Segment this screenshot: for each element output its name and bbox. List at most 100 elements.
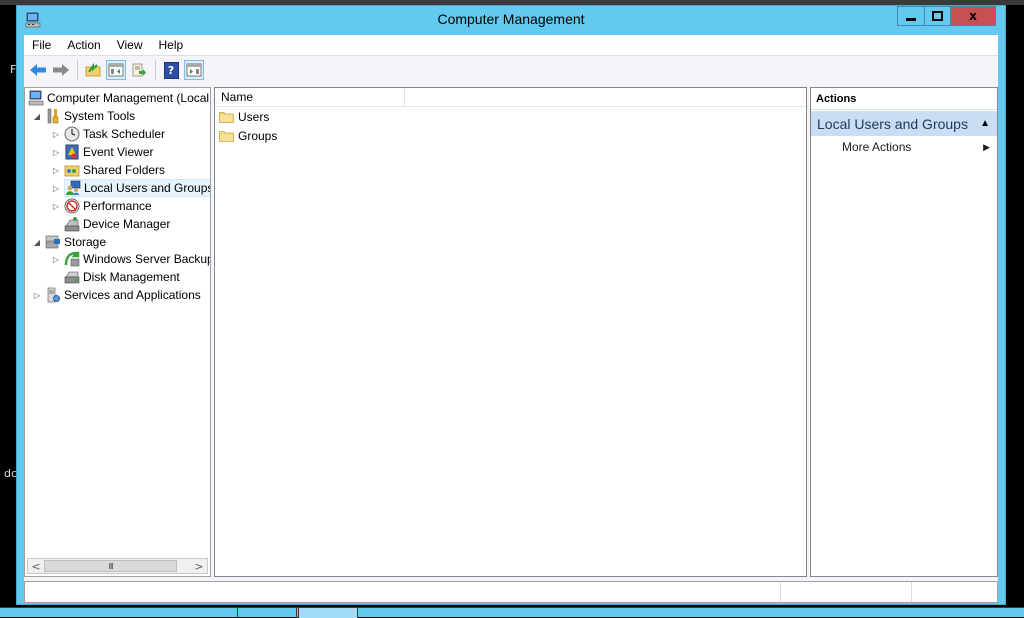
up-one-level-button[interactable]: [83, 60, 103, 80]
tree-item-label: Storage: [64, 235, 107, 249]
scroll-right-button[interactable]: >: [191, 559, 207, 573]
forward-button[interactable]: [51, 60, 71, 80]
tree-item-computer-management[interactable]: Computer Management (Local: [28, 89, 209, 107]
tree-item-performance[interactable]: ▷ Performance: [51, 197, 152, 215]
tree-item-label: System Tools: [64, 109, 136, 123]
minimize-button[interactable]: [897, 6, 925, 26]
list-item-groups[interactable]: Groups: [219, 127, 277, 145]
collapsed-icon[interactable]: ▷: [51, 184, 61, 193]
collapsed-icon[interactable]: ▷: [51, 202, 61, 211]
forward-arrow-icon: [53, 64, 69, 76]
result-list-pane: Name Users Groups: [214, 87, 807, 577]
actions-header: Actions: [811, 88, 997, 110]
expanded-icon[interactable]: ◢: [32, 112, 42, 121]
tree-item-label: Device Manager: [83, 217, 171, 231]
tree-item-services-and-applications[interactable]: ▷ Services and Applications: [32, 286, 201, 304]
menu-help[interactable]: Help: [151, 38, 192, 52]
device-manager-icon: [64, 216, 80, 232]
tree-item-label: Event Viewer: [83, 145, 154, 159]
console-tree-pane: Computer Management (Local ◢ System Tool…: [24, 87, 211, 577]
collapsed-icon[interactable]: ▷: [51, 130, 61, 139]
tree-horizontal-scrollbar[interactable]: < III >: [27, 558, 208, 574]
show-hide-console-tree-button[interactable]: [106, 60, 126, 80]
tree-item-label: Task Scheduler: [83, 127, 166, 141]
console-tree-icon: [108, 63, 124, 77]
backup-icon: [64, 251, 80, 267]
scroll-left-button[interactable]: <: [28, 559, 44, 573]
tree-item-windows-server-backup[interactable]: ▷ Windows Server Backup: [51, 250, 210, 268]
title-bar[interactable]: Computer Management x: [17, 6, 1005, 34]
selected-highlight: Local Users and Groups: [64, 179, 210, 197]
computer-management-icon: [28, 90, 44, 106]
tree-item-event-viewer[interactable]: ▷ Event Viewer: [51, 143, 153, 161]
collapsed-icon[interactable]: ▷: [51, 166, 61, 175]
list-item-users[interactable]: Users: [219, 108, 269, 126]
action-label: More Actions: [842, 140, 912, 154]
actions-group-title: Local Users and Groups: [817, 115, 968, 132]
performance-icon: [64, 198, 80, 214]
action-pane-icon: [186, 63, 202, 77]
tree-item-label: Local Users and Groups: [84, 181, 210, 195]
services-icon: [45, 287, 61, 303]
menu-bar: File Action View Help: [24, 35, 998, 56]
toolbar-separator: [155, 60, 156, 80]
menu-file[interactable]: File: [24, 38, 59, 52]
export-list-icon: [132, 63, 146, 77]
status-segment-2: [781, 582, 912, 602]
action-more-actions[interactable]: More Actions ▶: [811, 138, 997, 156]
caption-buttons: x: [897, 6, 996, 26]
tree-item-label: Disk Management: [83, 270, 180, 284]
window-title: Computer Management: [437, 11, 585, 27]
menu-view[interactable]: View: [109, 38, 151, 52]
event-viewer-icon: [64, 144, 80, 160]
tree-item-local-users-and-groups[interactable]: ▷ Local Users and Groups: [51, 179, 210, 197]
export-list-button[interactable]: [129, 60, 149, 80]
users-icon: [65, 180, 81, 196]
expanded-icon[interactable]: ◢: [32, 238, 42, 247]
status-segment-main: [25, 582, 781, 602]
status-bar: [24, 581, 998, 603]
console-tree: Computer Management (Local ◢ System Tool…: [25, 88, 210, 558]
show-hide-action-pane-button[interactable]: [184, 60, 204, 80]
collapse-icon[interactable]: ▲: [980, 118, 990, 129]
close-icon: x: [969, 9, 977, 23]
tree-item-label: Shared Folders: [83, 163, 166, 177]
status-segment-3: [912, 582, 997, 602]
help-button[interactable]: ?: [161, 60, 181, 80]
tree-item-disk-management[interactable]: Disk Management: [64, 268, 180, 286]
tree-item-label: Performance: [83, 199, 152, 213]
submenu-arrow-icon: ▶: [983, 141, 990, 152]
menu-action[interactable]: Action: [59, 38, 108, 52]
tree-item-task-scheduler[interactable]: ▷ Task Scheduler: [51, 125, 165, 143]
up-folder-icon: [85, 63, 101, 77]
collapsed-icon[interactable]: ▷: [51, 255, 61, 264]
close-button[interactable]: x: [951, 6, 996, 26]
collapsed-icon[interactable]: ▷: [32, 291, 42, 300]
tree-item-shared-folders[interactable]: ▷ Shared Folders: [51, 161, 165, 179]
toolbar-separator: [77, 60, 78, 80]
tree-item-label: Services and Applications: [64, 288, 201, 302]
list-item-label: Groups: [238, 129, 278, 143]
tools-icon: [45, 108, 61, 124]
actions-group-local-users-and-groups[interactable]: Local Users and Groups ▲: [811, 111, 997, 136]
minimize-icon: [906, 17, 916, 21]
help-icon: ?: [163, 61, 179, 79]
client-area: File Action View Help ? Computer Managem…: [24, 35, 998, 603]
list-item-label: Users: [238, 110, 270, 124]
folder-icon: [219, 130, 234, 142]
collapsed-icon[interactable]: ▷: [51, 148, 61, 157]
toolbar: ?: [24, 57, 998, 83]
tree-item-device-manager[interactable]: Device Manager: [64, 215, 170, 233]
tree-item-system-tools[interactable]: ◢ System Tools: [32, 107, 135, 125]
back-button[interactable]: [28, 60, 48, 80]
scroll-thumb[interactable]: III: [44, 560, 177, 572]
tree-item-label: Windows Server Backup: [83, 252, 210, 266]
computer-management-window: Computer Management x File Action View H…: [16, 5, 1006, 605]
tree-item-storage[interactable]: ◢ Storage: [32, 233, 106, 251]
disk-icon: [64, 269, 80, 285]
maximize-button[interactable]: [925, 6, 951, 26]
folder-icon: [219, 111, 234, 123]
maximize-icon: [932, 11, 943, 21]
column-header-name[interactable]: Name: [215, 88, 405, 106]
back-arrow-icon: [30, 64, 46, 76]
